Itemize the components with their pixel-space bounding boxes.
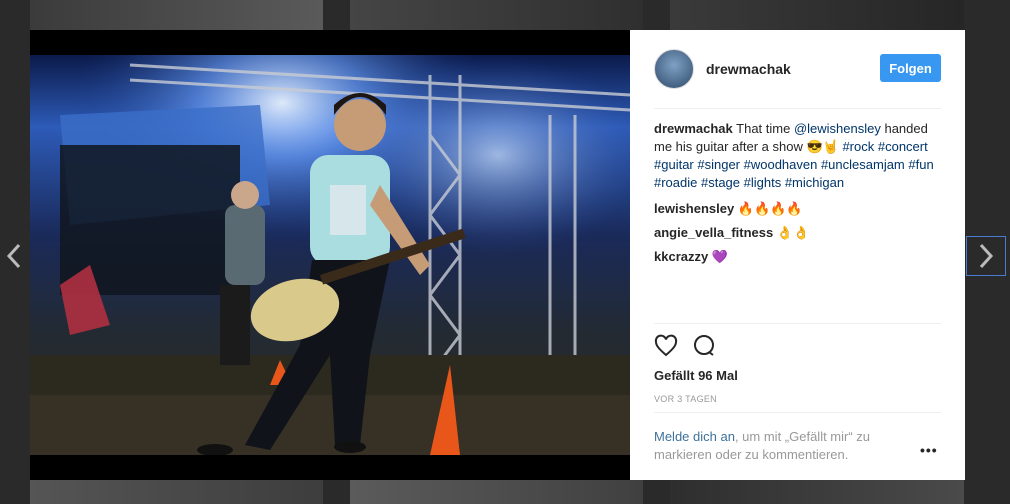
chevron-left-icon	[6, 243, 21, 269]
background-thumbnail	[670, 480, 964, 504]
comment-username[interactable]: kkcrazzy	[654, 249, 708, 264]
background-thumbnail	[30, 480, 323, 504]
background-thumbnail	[30, 0, 323, 30]
comment-icon[interactable]	[692, 334, 716, 358]
comment-text: 🔥🔥🔥🔥	[737, 201, 803, 216]
previous-post-button[interactable]	[0, 236, 34, 276]
login-link[interactable]: Melde dich an	[654, 429, 735, 444]
caption-text-before: That time	[736, 121, 794, 136]
like-count: Gefällt 96 Mal	[654, 368, 738, 383]
divider	[654, 323, 941, 324]
comment-username[interactable]: lewishensley	[654, 201, 734, 216]
post-sidebar: drewmachak Folgen drewmachak That time @…	[630, 30, 965, 480]
comment-text: 👌👌	[776, 225, 810, 240]
chevron-right-icon	[979, 243, 994, 269]
comment-username[interactable]: angie_vella_fitness	[654, 225, 773, 240]
comment: lewishensley 🔥🔥🔥🔥	[654, 200, 944, 218]
divider	[654, 412, 941, 413]
avatar[interactable]	[654, 49, 694, 89]
post-timestamp: VOR 3 TAGEN	[654, 394, 717, 404]
background-thumbnail	[350, 0, 643, 30]
concert-photo-illustration	[30, 55, 630, 455]
post-media	[30, 30, 630, 480]
comment-text: 💜	[711, 249, 729, 264]
background-thumbnail	[670, 0, 964, 30]
divider	[654, 108, 941, 109]
username[interactable]: drewmachak	[706, 61, 791, 77]
caption-mention[interactable]: @lewishensley	[794, 121, 881, 136]
comment-list: drewmachak That time @lewishensley hande…	[654, 120, 944, 272]
next-post-button[interactable]	[966, 236, 1006, 276]
post-modal: drewmachak Folgen drewmachak That time @…	[30, 30, 965, 480]
comment: kkcrazzy 💜	[654, 248, 944, 266]
comment: angie_vella_fitness 👌👌	[654, 224, 944, 242]
action-bar	[654, 334, 716, 358]
caption: drewmachak That time @lewishensley hande…	[654, 120, 944, 192]
post-photo[interactable]	[30, 55, 630, 455]
more-options-button[interactable]: •••	[920, 442, 938, 458]
background-thumbnail	[350, 480, 643, 504]
heart-icon[interactable]	[654, 334, 678, 358]
follow-button[interactable]: Folgen	[880, 54, 941, 82]
caption-username[interactable]: drewmachak	[654, 121, 733, 136]
login-prompt: Melde dich an, um mit „Gefällt mir“ zu m…	[654, 428, 904, 464]
